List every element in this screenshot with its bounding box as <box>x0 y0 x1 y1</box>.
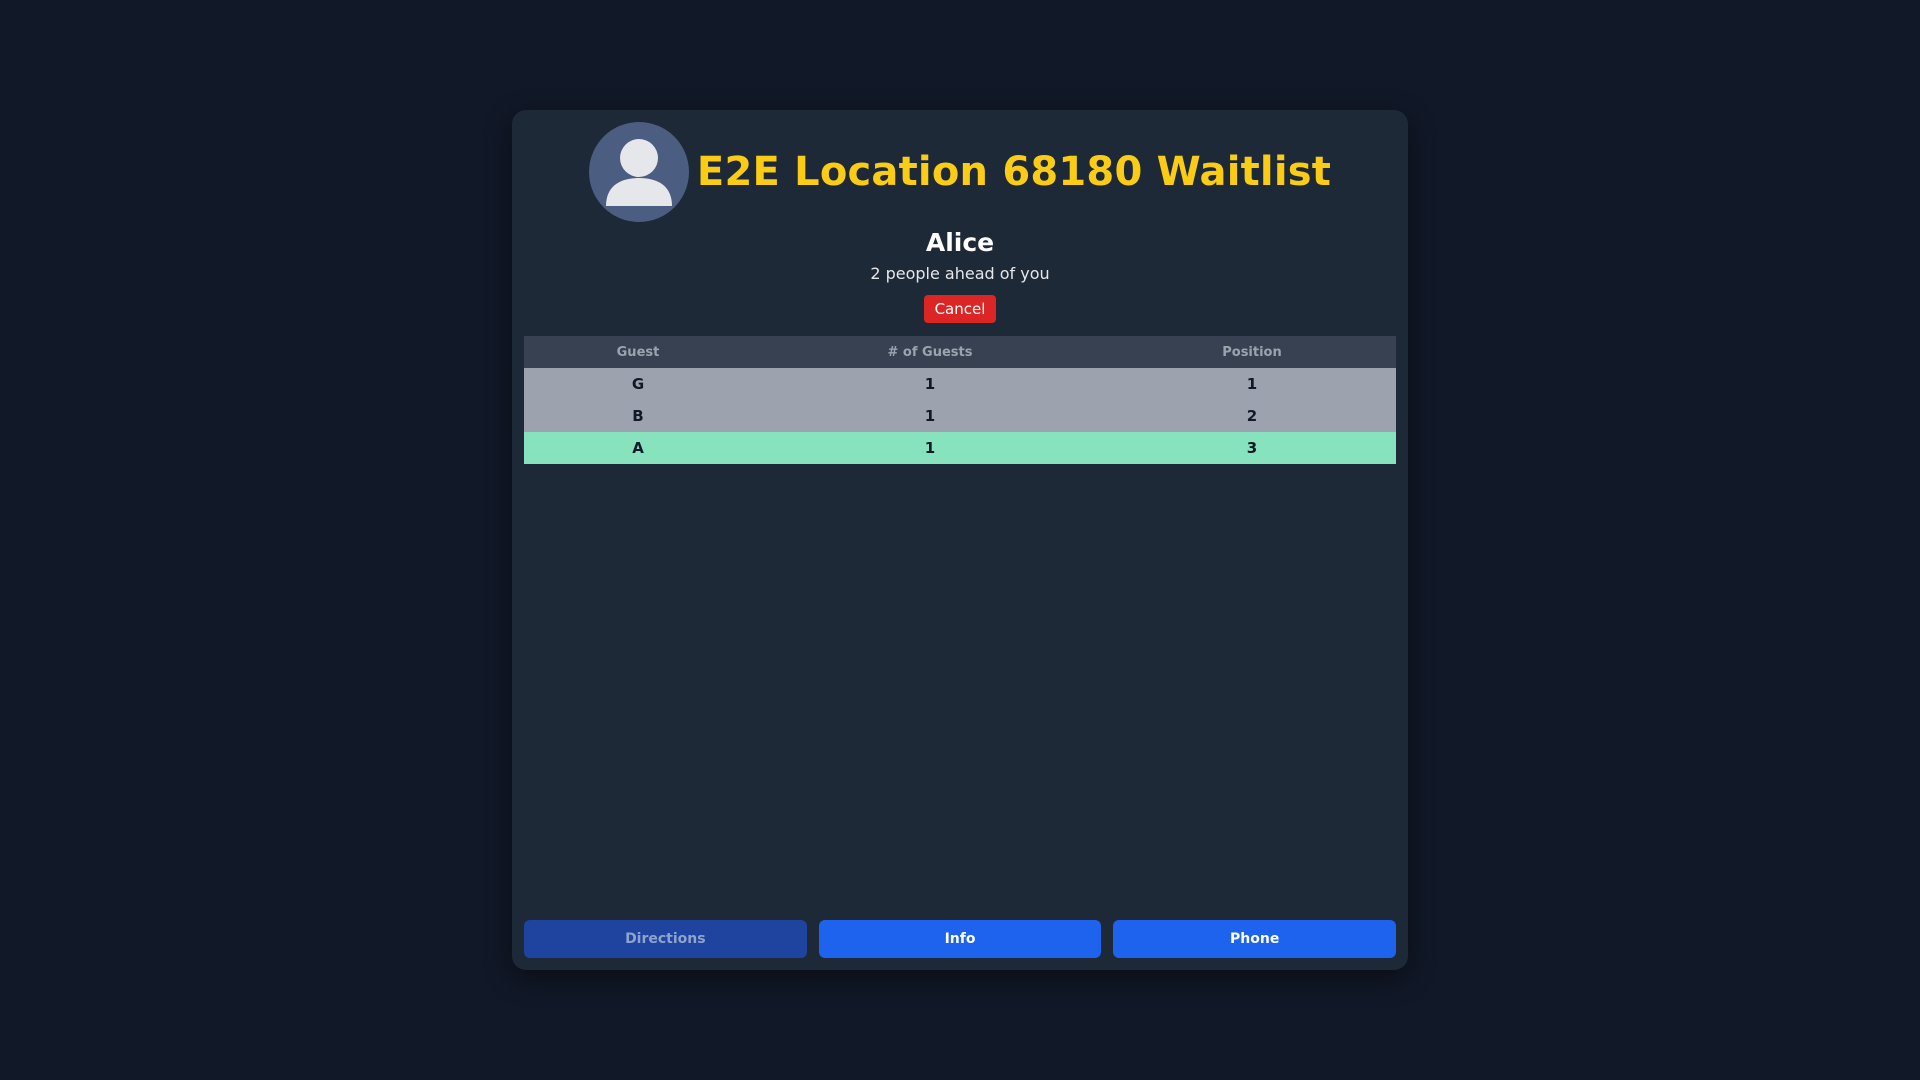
waitlist-card: E2E Location 68180 Waitlist Alice 2 peop… <box>512 110 1408 970</box>
guest-count-cell: 1 <box>752 400 1108 432</box>
phone-button[interactable]: Phone <box>1113 920 1397 958</box>
table-header-row: Guest # of Guests Position <box>524 336 1396 368</box>
column-header-guest: Guest <box>524 336 752 368</box>
table-row: G 1 1 <box>524 368 1396 400</box>
column-header-position: Position <box>1108 336 1396 368</box>
position-cell: 1 <box>1108 368 1396 400</box>
waitlist-table: Guest # of Guests Position G 1 1 B 1 2 A… <box>524 336 1396 464</box>
footer-actions: Directions Info Phone <box>524 920 1397 958</box>
page-title: E2E Location 68180 Waitlist <box>696 149 1332 195</box>
guest-name: Alice <box>925 228 995 257</box>
position-cell: 2 <box>1108 400 1396 432</box>
position-cell: 3 <box>1108 432 1396 464</box>
user-avatar-icon <box>588 122 689 222</box>
queue-status-text: 2 people ahead of you <box>870 264 1050 283</box>
guest-count-cell: 1 <box>752 432 1108 464</box>
guest-count-cell: 1 <box>752 368 1108 400</box>
guest-cell: A <box>524 432 752 464</box>
cancel-wrap: Cancel <box>512 295 1408 323</box>
column-header-guest-count: # of Guests <box>752 336 1108 368</box>
directions-button[interactable]: Directions <box>524 920 807 958</box>
table-row-current-guest: A 1 3 <box>524 432 1396 464</box>
guest-cell: G <box>524 368 752 400</box>
info-button[interactable]: Info <box>818 920 1102 958</box>
cancel-button[interactable]: Cancel <box>923 295 997 323</box>
guest-cell: B <box>524 400 752 432</box>
header: E2E Location 68180 Waitlist <box>512 122 1408 222</box>
table-row: B 1 2 <box>524 400 1396 432</box>
